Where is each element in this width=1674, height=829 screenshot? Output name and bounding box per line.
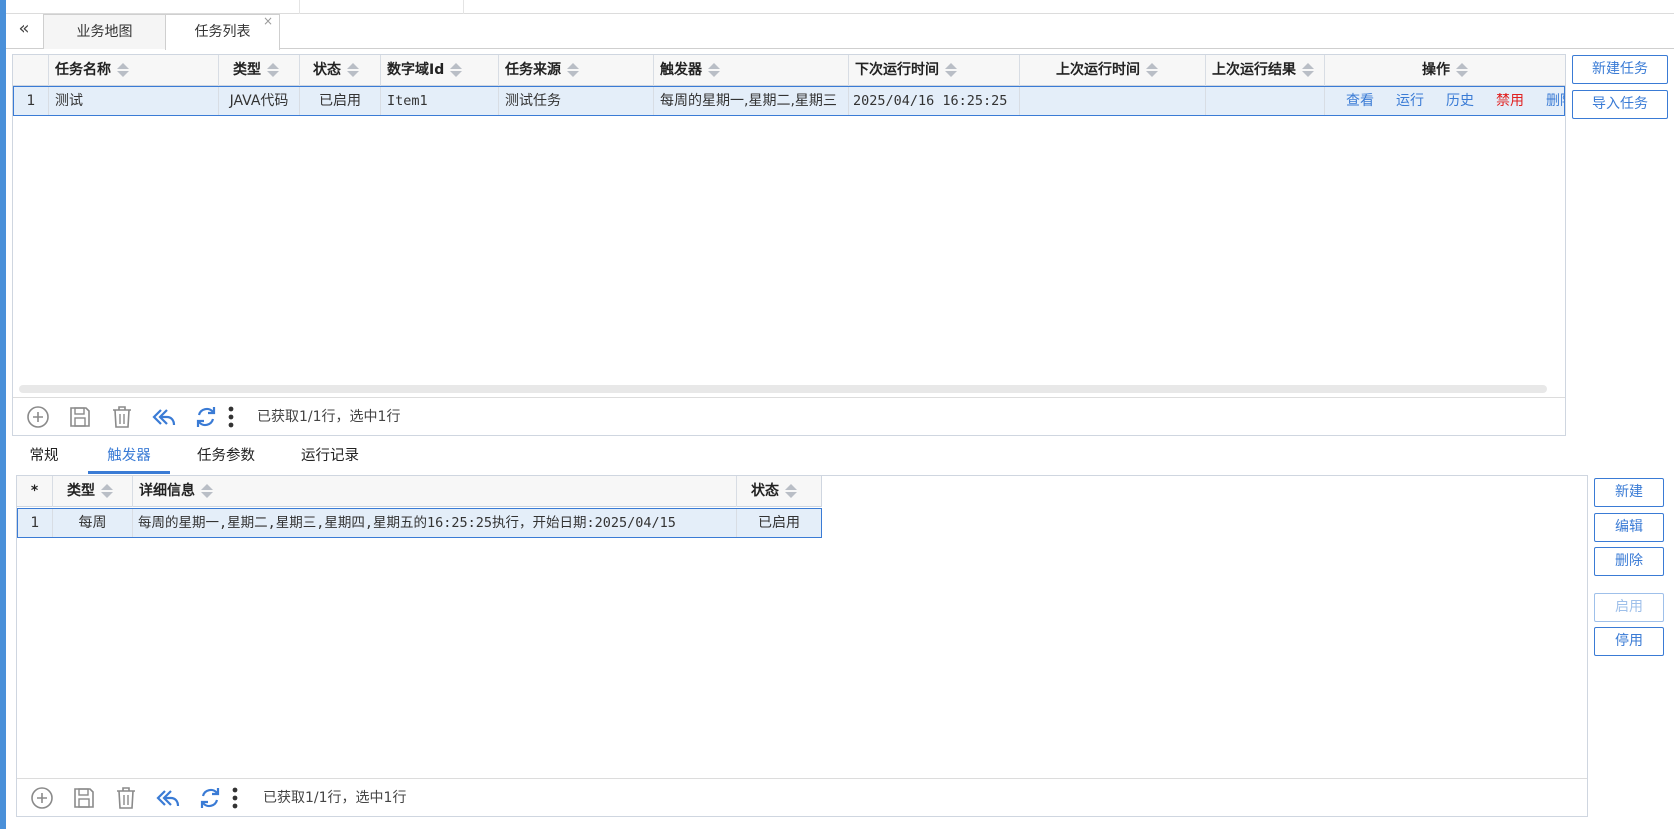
- close-icon[interactable]: ×: [263, 11, 273, 31]
- save-icon[interactable]: [71, 785, 97, 811]
- tab-task-params[interactable]: 任务参数: [192, 440, 260, 474]
- trigger-grid-header: * 类型 详细信息 状态: [17, 476, 822, 507]
- tab-general[interactable]: 常规: [20, 440, 68, 474]
- more-vertical-icon[interactable]: [229, 785, 241, 811]
- horizontal-scrollbar[interactable]: [19, 385, 1547, 393]
- collapse-sidebar-button[interactable]: «: [12, 18, 36, 42]
- cell-next-run: 2025/04/16 16:25:25: [849, 87, 1020, 115]
- grid-status-text: 已获取1/1行，选中1行: [263, 790, 407, 806]
- tab-business-map[interactable]: 业务地图: [43, 14, 166, 49]
- trash-icon[interactable]: [113, 785, 139, 811]
- row-index: 1: [14, 87, 49, 115]
- sort-icon[interactable]: [267, 63, 279, 77]
- sort-icon[interactable]: [201, 484, 213, 498]
- column-header-spacer: [13, 55, 49, 86]
- disable-trigger-button[interactable]: 停用: [1594, 627, 1664, 656]
- tab-run-records[interactable]: 运行记录: [298, 440, 362, 474]
- tab-bar: « 业务地图 任务列表 ×: [6, 14, 1674, 50]
- column-header-source[interactable]: 任务来源: [499, 55, 654, 86]
- tab-trigger[interactable]: 触发器: [88, 440, 170, 474]
- trigger-grid-toolbar: 已获取1/1行，选中1行: [17, 778, 1587, 816]
- column-header-index: *: [17, 476, 53, 507]
- history-link[interactable]: 历史: [1446, 87, 1474, 115]
- disable-link[interactable]: 禁用: [1496, 87, 1524, 115]
- view-link[interactable]: 查看: [1346, 87, 1374, 115]
- add-icon[interactable]: [29, 785, 55, 811]
- cell-last-run: [1020, 87, 1206, 115]
- tab-label: 任务列表: [194, 24, 251, 40]
- refresh-icon[interactable]: [193, 404, 219, 430]
- column-header-detail[interactable]: 详细信息: [133, 476, 737, 507]
- column-header-next-run[interactable]: 下次运行时间: [849, 55, 1020, 86]
- grid-status-text: 已获取1/1行，选中1行: [257, 409, 401, 425]
- refresh-icon[interactable]: [197, 785, 223, 811]
- cell-type: JAVA代码: [219, 87, 300, 115]
- task-grid: 任务名称 类型 状态 数字域Id 任务来源 触发器 下次运行时间 上次运行时间 …: [12, 54, 1566, 436]
- column-header-last-run[interactable]: 上次运行时间: [1020, 55, 1206, 86]
- sort-icon[interactable]: [1456, 63, 1468, 77]
- edit-trigger-button[interactable]: 编辑: [1594, 513, 1664, 542]
- add-icon[interactable]: [25, 404, 51, 430]
- column-header-operations[interactable]: 操作: [1325, 55, 1565, 86]
- new-task-button[interactable]: 新建任务: [1572, 55, 1668, 84]
- column-header-type[interactable]: 类型: [219, 55, 300, 86]
- save-icon[interactable]: [67, 404, 93, 430]
- enable-trigger-button[interactable]: 启用: [1594, 593, 1664, 622]
- left-accent-rail: [0, 0, 6, 829]
- new-trigger-button[interactable]: 新建: [1594, 478, 1664, 507]
- tab-label: 业务地图: [76, 24, 133, 40]
- column-header-status[interactable]: 状态: [300, 55, 381, 86]
- tab-task-list[interactable]: 任务列表 ×: [165, 14, 280, 50]
- import-task-button[interactable]: 导入任务: [1572, 90, 1668, 119]
- trash-icon[interactable]: [109, 404, 135, 430]
- undo-icon[interactable]: [151, 404, 177, 430]
- table-row[interactable]: 1 测试 JAVA代码 已启用 Item1 测试任务 每周的星期一,星期二,星期…: [13, 86, 1565, 116]
- column-header-type[interactable]: 类型: [53, 476, 133, 507]
- table-row[interactable]: 1 每周 每周的星期一,星期二,星期三,星期四,星期五的16:25:25执行，开…: [17, 508, 822, 538]
- cell-source: 测试任务: [499, 87, 654, 115]
- task-grid-header: 任务名称 类型 状态 数字域Id 任务来源 触发器 下次运行时间 上次运行时间 …: [13, 55, 1565, 86]
- run-link[interactable]: 运行: [1396, 87, 1424, 115]
- sort-icon[interactable]: [1302, 63, 1314, 77]
- delete-trigger-button[interactable]: 删除: [1594, 547, 1664, 576]
- column-header-trigger[interactable]: 触发器: [654, 55, 849, 86]
- cell-domain-id: Item1: [381, 87, 499, 115]
- cell-status: 已启用: [758, 515, 800, 531]
- cell-type: 每周: [53, 509, 133, 537]
- cell-detail: 每周的星期一,星期二,星期三,星期四,星期五的16:25:25执行，开始日期:2…: [133, 509, 737, 537]
- column-header-last-result[interactable]: 上次运行结果: [1206, 55, 1325, 86]
- top-strip: [6, 0, 1674, 14]
- column-header-domain-id[interactable]: 数字域Id: [381, 55, 499, 86]
- column-header-status[interactable]: 状态: [737, 476, 822, 507]
- sort-icon[interactable]: [101, 484, 113, 498]
- cell-operations: 查看运行历史禁用删除: [1325, 87, 1565, 115]
- sort-icon[interactable]: [450, 63, 463, 77]
- sort-icon[interactable]: [117, 63, 129, 77]
- cell-task-name: 测试: [49, 87, 219, 115]
- undo-icon[interactable]: [155, 785, 181, 811]
- sort-icon[interactable]: [945, 63, 957, 77]
- task-grid-toolbar: 已获取1/1行，选中1行: [13, 397, 1565, 435]
- cell-last-result: [1206, 87, 1325, 115]
- row-index: 1: [18, 509, 53, 537]
- sort-icon[interactable]: [1146, 63, 1158, 77]
- column-header-task-name[interactable]: 任务名称: [49, 55, 219, 86]
- sort-icon[interactable]: [347, 63, 359, 77]
- cell-trigger: 每周的星期一,星期二,星期三: [654, 87, 849, 115]
- more-vertical-icon[interactable]: [225, 404, 237, 430]
- delete-link[interactable]: 删除: [1546, 87, 1565, 115]
- sort-icon[interactable]: [785, 484, 797, 498]
- sort-icon[interactable]: [708, 63, 720, 77]
- sort-icon[interactable]: [567, 63, 579, 77]
- detail-tabs: 常规 触发器 任务参数 运行记录: [14, 440, 374, 474]
- trigger-grid: * 类型 详细信息 状态 1 每周 每周的星期一,星期二,星期三,星期四,星期五…: [16, 475, 1588, 817]
- cell-status: 已启用: [300, 87, 381, 115]
